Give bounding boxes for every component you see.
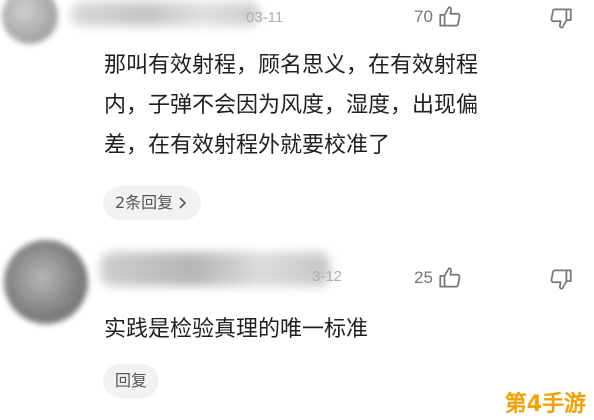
thumbs-down-icon bbox=[548, 266, 574, 292]
thumbs-up-icon bbox=[437, 265, 463, 291]
comment-text-line: 实践是检验真理的唯一标准 bbox=[104, 317, 369, 342]
avatar[interactable] bbox=[4, 240, 88, 324]
comment-date: 3-12 bbox=[312, 268, 343, 285]
comment-text-line: 差，在有效射程外就要校准了 bbox=[104, 133, 391, 158]
comment-text-line: 内，子弹不会因为风度，湿度，出现偏 bbox=[104, 93, 479, 118]
comment-text: 实践是检验真理的唯一标准 bbox=[104, 310, 574, 350]
view-replies-button[interactable]: 2条回复 bbox=[103, 186, 202, 220]
thumbs-down-icon bbox=[548, 5, 574, 31]
comment-text: 那叫有效射程，顾名思义，在有效射程 内，子弹不会因为风度，湿度，出现偏 差，在有… bbox=[104, 46, 574, 166]
reply-label: 回复 bbox=[115, 371, 148, 390]
dislike-button[interactable] bbox=[548, 5, 574, 31]
dislike-button[interactable] bbox=[548, 266, 574, 292]
comment-item: 03-11 70 那叫有效射程，顾名思义，在有效射程 内，子弹不会因为风度，湿度… bbox=[0, 0, 594, 232]
username-blurred[interactable] bbox=[100, 252, 330, 286]
watermark-text: 第4手游 bbox=[504, 392, 586, 417]
watermark-logo: 第4手游 bbox=[505, 386, 586, 418]
like-count: 25 bbox=[414, 268, 433, 287]
like-button[interactable]: 70 bbox=[414, 4, 463, 30]
thumbs-up-icon bbox=[437, 4, 463, 30]
reply-button[interactable]: 回复 bbox=[103, 364, 160, 398]
username-blurred[interactable] bbox=[70, 2, 260, 26]
comment-date: 03-11 bbox=[246, 9, 284, 26]
chevron-right-icon bbox=[177, 196, 189, 210]
avatar[interactable] bbox=[2, 0, 58, 44]
like-button[interactable]: 25 bbox=[414, 265, 463, 291]
comment-text-line: 那叫有效射程，顾名思义，在有效射程 bbox=[104, 53, 479, 78]
like-count: 70 bbox=[414, 7, 433, 26]
reply-label: 2条回复 bbox=[115, 193, 174, 212]
